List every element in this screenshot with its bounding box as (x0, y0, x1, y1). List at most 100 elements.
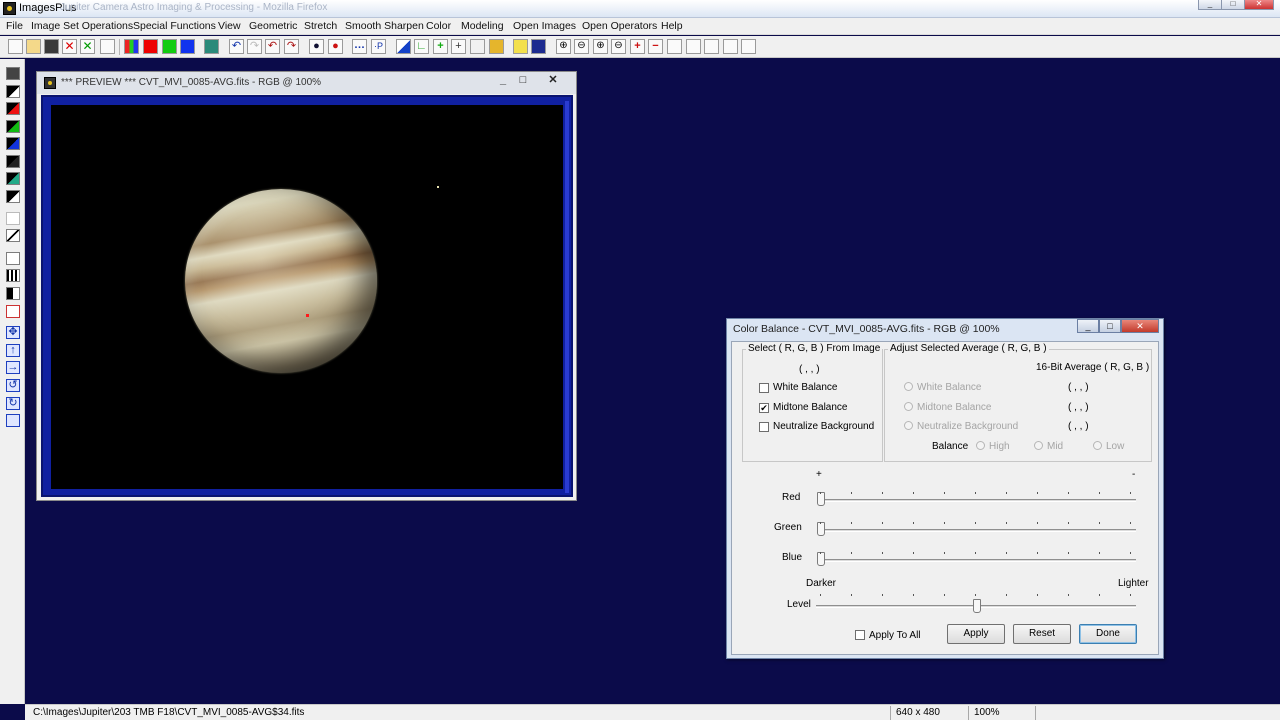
menu-color[interactable]: Color (426, 20, 451, 32)
redo-all-icon[interactable]: ↷ (284, 39, 299, 54)
white-balance-checkbox[interactable] (759, 383, 769, 393)
preview-scrollbar[interactable] (565, 101, 569, 493)
teal-tool-icon[interactable] (6, 172, 20, 185)
preview-minimize-button[interactable]: _ (493, 73, 513, 87)
save-tool-icon[interactable] (6, 67, 20, 80)
zoom-reset-icon[interactable]: ⊖ (611, 39, 626, 54)
zoom-tool-icon[interactable] (6, 305, 20, 318)
histogram-tool-icon[interactable] (6, 269, 20, 282)
menu-open-operators[interactable]: Open Operators (582, 20, 657, 32)
table-icon[interactable] (470, 39, 485, 54)
crosshair-icon[interactable]: + (451, 39, 466, 54)
maximize-button[interactable]: □ (1221, 0, 1245, 10)
adjust-midtone-balance-radio[interactable] (904, 402, 913, 411)
copy-icon[interactable] (100, 39, 115, 54)
adjust-neutralize-background-radio[interactable] (904, 421, 913, 430)
menu-smooth-sharpen[interactable]: Smooth Sharpen (345, 20, 424, 32)
select-tool-icon[interactable] (6, 252, 20, 265)
disabled-tool-icon[interactable] (6, 212, 20, 225)
menu-file[interactable]: File (6, 20, 23, 32)
minimize-button[interactable]: _ (1198, 0, 1222, 10)
menu-geometric[interactable]: Geometric (249, 20, 297, 32)
reset-button[interactable]: Reset (1013, 624, 1071, 644)
frame2-icon[interactable] (686, 39, 701, 54)
plus-icon[interactable]: + (433, 39, 448, 54)
red-channel-icon[interactable] (143, 39, 158, 54)
frame5-icon[interactable] (741, 39, 756, 54)
redo-icon[interactable]: ↷ (247, 39, 262, 54)
move-tool-icon[interactable]: ✥ (6, 326, 20, 339)
blue-slider-thumb[interactable] (817, 552, 825, 566)
level-slider-thumb[interactable] (973, 599, 981, 613)
green-slider-thumb[interactable] (817, 522, 825, 536)
invert-tool-icon[interactable] (6, 190, 20, 203)
zoom-fit-icon[interactable]: ⊕ (593, 39, 608, 54)
close-button[interactable]: ✕ (1244, 0, 1274, 10)
new-icon[interactable] (8, 39, 23, 54)
mask-tool-icon[interactable] (6, 155, 20, 168)
frame1-icon[interactable] (667, 39, 682, 54)
undo-icon[interactable]: ↶ (229, 39, 244, 54)
grid-icon[interactable] (204, 39, 219, 54)
adjust-white-balance-radio[interactable] (904, 382, 913, 391)
subpixel-icon[interactable]: ·P (371, 39, 386, 54)
red-slider-track[interactable] (818, 499, 1136, 502)
frame3-icon[interactable] (704, 39, 719, 54)
frame4-icon[interactable] (723, 39, 738, 54)
rotate-left-tool-icon[interactable]: ↺ (6, 379, 20, 392)
rgb-channels-icon[interactable] (124, 39, 139, 54)
add-icon[interactable]: + (630, 39, 645, 54)
brush-icon[interactable] (489, 39, 504, 54)
dialog-minimize-button[interactable]: _ (1077, 319, 1099, 333)
curves-icon[interactable]: ∟ (414, 39, 429, 54)
dialog-maximize-button[interactable]: □ (1099, 319, 1121, 333)
balance-high-radio[interactable] (976, 441, 985, 450)
levels-icon[interactable] (396, 39, 411, 54)
close-icon[interactable]: ✕ (62, 39, 77, 54)
blue-channel-icon[interactable] (180, 39, 195, 54)
green-tool-icon[interactable] (6, 120, 20, 133)
undo-all-icon[interactable]: ↶ (265, 39, 280, 54)
balance-mid-radio[interactable] (1034, 441, 1043, 450)
matrix-icon[interactable] (531, 39, 546, 54)
balance-low-radio[interactable] (1093, 441, 1102, 450)
menu-stretch[interactable]: Stretch (304, 20, 337, 32)
menu-modeling[interactable]: Modeling (461, 20, 504, 32)
menu-help[interactable]: Help (661, 20, 683, 32)
save-icon[interactable] (44, 39, 59, 54)
menu-image-set-ops[interactable]: Image Set Operations (31, 20, 133, 32)
menu-open-images[interactable]: Open Images (513, 20, 576, 32)
pencil-icon[interactable] (513, 39, 528, 54)
done-button[interactable]: Done (1079, 624, 1137, 644)
record-icon[interactable]: ● (309, 39, 324, 54)
frame-tool-icon[interactable] (6, 414, 20, 427)
midtone-balance-checkbox[interactable]: ✔ (759, 403, 769, 413)
blue-tool-icon[interactable] (6, 137, 20, 150)
open-icon[interactable] (26, 39, 41, 54)
gradient-tool-icon[interactable] (6, 229, 20, 242)
menu-view[interactable]: View (218, 20, 241, 32)
menu-special-functions[interactable]: Special Functions (133, 20, 216, 32)
neutralize-background-checkbox[interactable] (759, 422, 769, 432)
green-slider-track[interactable] (818, 529, 1136, 532)
apply-to-all-checkbox[interactable] (855, 630, 865, 640)
record-red-icon[interactable]: ● (328, 39, 343, 54)
blue-slider-track[interactable] (818, 559, 1136, 562)
zoom-out-icon[interactable]: ⊖ (574, 39, 589, 54)
zoom-in-icon[interactable]: ⊕ (556, 39, 571, 54)
subtract-icon[interactable]: − (648, 39, 663, 54)
dots-icon[interactable]: … (352, 39, 367, 54)
rotate-right-tool-icon[interactable]: ↻ (6, 397, 20, 410)
arrow-up-tool-icon[interactable]: ↑ (6, 344, 20, 357)
preview-maximize-button[interactable]: □ (513, 73, 533, 87)
black-white-tool-icon[interactable] (6, 85, 20, 98)
preview-image[interactable] (51, 105, 563, 489)
arrow-right-tool-icon[interactable]: → (6, 361, 20, 374)
dialog-close-button[interactable]: ✕ (1121, 319, 1159, 333)
red-tool-icon[interactable] (6, 102, 20, 115)
green-channel-icon[interactable] (162, 39, 177, 54)
cancel-icon[interactable]: ✕ (80, 39, 95, 54)
apply-button[interactable]: Apply (947, 624, 1005, 644)
red-slider-thumb[interactable] (817, 492, 825, 506)
split-tool-icon[interactable] (6, 287, 20, 300)
